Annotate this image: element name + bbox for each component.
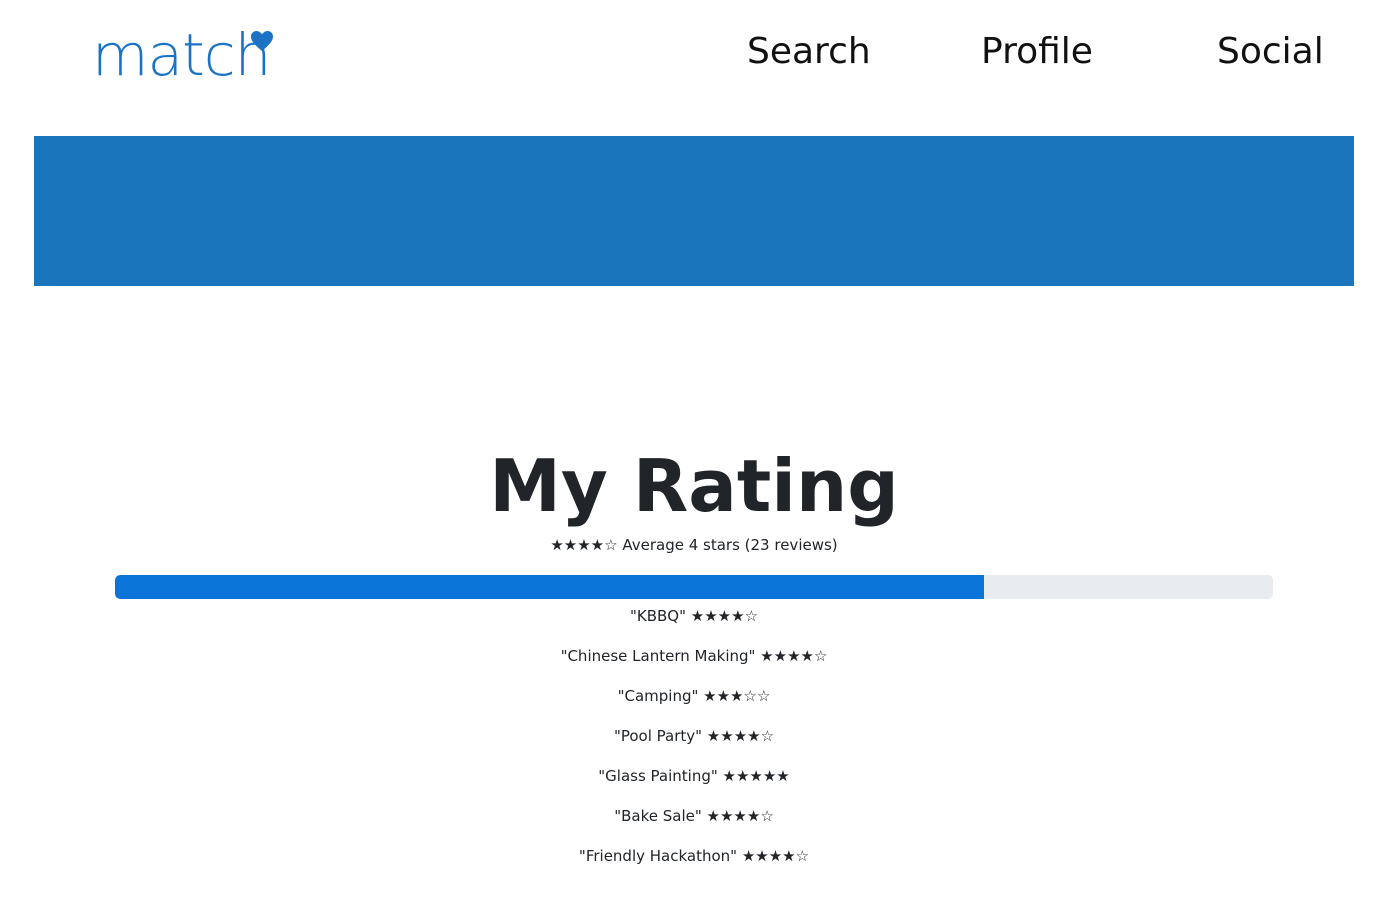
rating-progress-bar [115,575,1273,599]
review-item-camping: "Camping" ★★★☆☆ [617,687,771,705]
review-item-bake-sale: "Bake Sale" ★★★★☆ [614,807,774,825]
rating-summary: ★★★★☆ Average 4 stars (23 reviews) [550,536,838,554]
site-header: match Search Profile Social [0,0,1388,136]
nav-social-link[interactable]: Social [1217,24,1324,80]
nav-profile-link[interactable]: Profile [981,24,1093,80]
review-item-glass-painting: "Glass Painting" ★★★★★ [598,767,790,785]
profile-banner [34,136,1354,286]
rating-progress-fill [115,575,984,599]
review-item-friendly-hackathon: "Friendly Hackathon" ★★★★☆ [578,847,810,865]
page-title: My Rating [489,444,899,528]
review-list: "KBBQ" ★★★★☆ "Chinese Lantern Making" ★★… [0,604,1388,884]
review-item-pool-party: "Pool Party" ★★★★☆ [613,727,775,745]
nav-search-link[interactable]: Search [747,24,871,80]
review-item-kbbq: "KBBQ" ★★★★☆ [629,607,759,625]
main-nav: Search Profile Social [0,24,1388,80]
review-item-chinese-lantern-making: "Chinese Lantern Making" ★★★★☆ [560,647,828,665]
